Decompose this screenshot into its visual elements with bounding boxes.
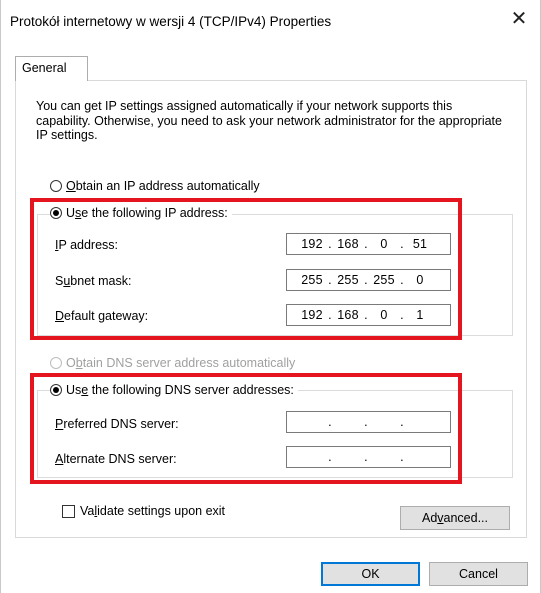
highlight-box-ip — [30, 198, 462, 340]
validate-checkbox[interactable] — [62, 505, 75, 518]
radio-indicator — [50, 357, 62, 369]
cancel-button[interactable]: Cancel — [429, 562, 528, 586]
obtain-dns-auto-radio: Obtain DNS server address automatically — [50, 356, 295, 370]
radio-indicator[interactable] — [50, 180, 62, 192]
window-title: Protokół internetowy w wersji 4 (TCP/IPv… — [10, 14, 332, 29]
highlight-box-dns — [30, 373, 462, 484]
ok-button[interactable]: OK — [321, 562, 420, 586]
tab-general[interactable]: General — [15, 56, 88, 81]
obtain-dns-auto-label: Obtain DNS server address automatically — [66, 356, 296, 370]
description-text: You can get IP settings assigned automat… — [36, 99, 502, 142]
advanced-button[interactable]: Advanced... — [400, 506, 510, 530]
validate-label: Validate settings upon exit — [80, 504, 226, 518]
close-icon[interactable]: ✕ — [508, 8, 530, 30]
obtain-ip-auto-radio[interactable]: Obtain an IP address automatically — [50, 179, 260, 193]
obtain-ip-auto-label: Obtain an IP address automatically — [66, 179, 260, 193]
